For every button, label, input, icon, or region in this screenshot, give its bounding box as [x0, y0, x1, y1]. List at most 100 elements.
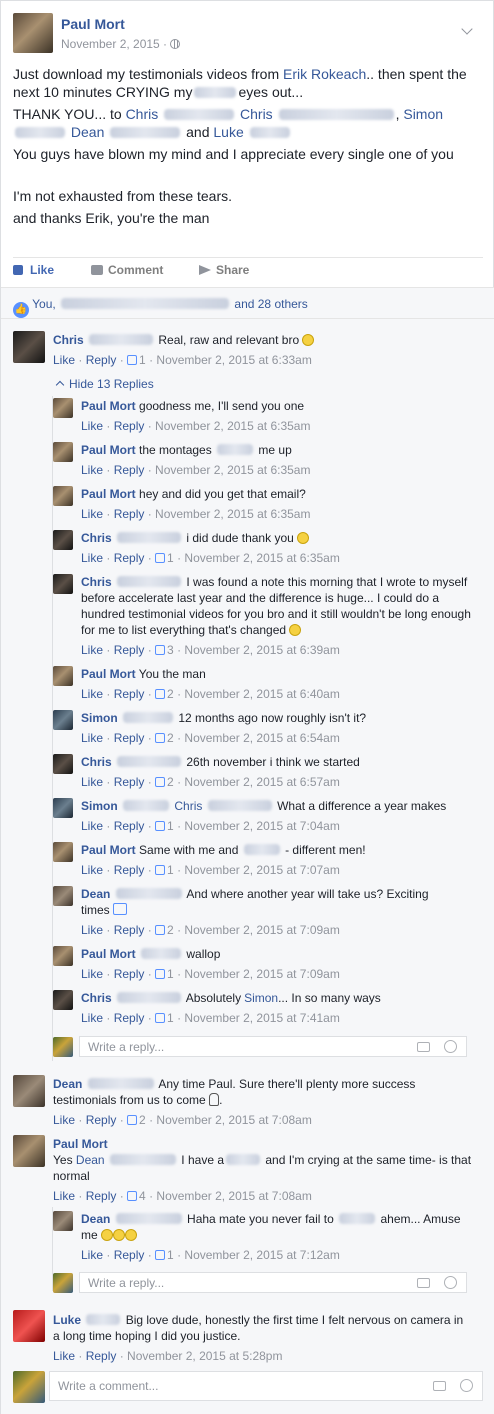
comment-time[interactable]: November 2, 2015 at 5:28pm — [127, 1349, 282, 1363]
comment-like-link[interactable]: Like — [81, 643, 103, 657]
chevron-down-icon[interactable] — [461, 23, 473, 35]
author-avatar[interactable] — [13, 13, 53, 53]
commenter-avatar[interactable] — [53, 754, 73, 774]
post-date[interactable]: November 2, 2015 · — [61, 37, 181, 51]
comment-button[interactable]: Comment — [91, 263, 163, 277]
like-count[interactable]: 2 — [167, 687, 174, 701]
reply-input[interactable]: Write a reply... — [79, 1036, 467, 1057]
emoji-icon[interactable] — [444, 1276, 457, 1289]
commenter-avatar[interactable] — [53, 398, 73, 418]
comment-time[interactable]: November 2, 2015 at 6:40am — [184, 687, 339, 701]
commenter-name[interactable]: Dean — [81, 1212, 110, 1226]
comment-like-link[interactable]: Like — [81, 731, 103, 745]
commenter-name[interactable]: Chris — [81, 755, 112, 769]
comment-like-link[interactable]: Like — [81, 419, 103, 433]
comment-like-link[interactable]: Like — [53, 1113, 75, 1127]
comment-reply-link[interactable]: Reply — [114, 1248, 145, 1262]
comment-reply-link[interactable]: Reply — [86, 1113, 117, 1127]
commenter-name[interactable]: Paul Mort — [81, 843, 136, 857]
comment-like-link[interactable]: Like — [53, 353, 75, 367]
camera-icon[interactable] — [433, 1381, 446, 1391]
comment-time[interactable]: November 2, 2015 at 6:35am — [155, 507, 310, 521]
comment-reply-link[interactable]: Reply — [114, 819, 145, 833]
reactions-bar[interactable]: 👍 You, and 28 others — [1, 287, 494, 319]
commenter-name[interactable]: Chris — [81, 991, 112, 1005]
comment-like-link[interactable]: Like — [81, 551, 103, 565]
commenter-name[interactable]: Paul Mort — [81, 487, 136, 501]
commenter-avatar[interactable] — [13, 331, 45, 363]
commenter-avatar[interactable] — [53, 574, 73, 594]
commenter-name[interactable]: Chris — [53, 333, 84, 347]
commenter-name[interactable]: Chris — [81, 531, 112, 545]
comment-reply-link[interactable]: Reply — [114, 863, 145, 877]
comment-reply-link[interactable]: Reply — [114, 923, 145, 937]
commenter-avatar[interactable] — [53, 1211, 73, 1231]
commenter-name[interactable]: Paul Mort — [81, 399, 136, 413]
commenter-avatar[interactable] — [53, 990, 73, 1010]
like-count[interactable]: 1 — [167, 1011, 174, 1025]
like-count[interactable]: 4 — [139, 1189, 146, 1203]
like-count[interactable]: 1 — [167, 551, 174, 565]
comment-time[interactable]: November 2, 2015 at 7:41am — [184, 1011, 339, 1025]
emoji-icon[interactable] — [460, 1379, 473, 1392]
like-count[interactable]: 1 — [167, 819, 174, 833]
mention-link[interactable]: Simon — [244, 991, 278, 1005]
like-count[interactable]: 2 — [167, 775, 174, 789]
comment-like-link[interactable]: Like — [81, 1011, 103, 1025]
commenter-name[interactable]: Dean — [81, 887, 110, 901]
commenter-avatar[interactable] — [13, 1075, 45, 1107]
comment-reply-link[interactable]: Reply — [114, 967, 145, 981]
like-button[interactable]: Like — [13, 263, 54, 277]
commenter-name[interactable]: Luke — [53, 1313, 81, 1327]
comment-like-link[interactable]: Like — [53, 1189, 75, 1203]
comment-like-link[interactable]: Like — [81, 507, 103, 521]
like-count[interactable]: 2 — [139, 1113, 146, 1127]
comment-like-link[interactable]: Like — [81, 463, 103, 477]
commenter-avatar[interactable] — [53, 442, 73, 462]
comment-like-link[interactable]: Like — [53, 1349, 75, 1363]
commenter-avatar[interactable] — [53, 486, 73, 506]
comment-like-link[interactable]: Like — [81, 775, 103, 789]
comment-reply-link[interactable]: Reply — [86, 1349, 117, 1363]
comment-time[interactable]: November 2, 2015 at 7:09am — [184, 923, 339, 937]
commenter-avatar[interactable] — [53, 710, 73, 730]
like-count[interactable]: 2 — [167, 923, 174, 937]
comment-like-link[interactable]: Like — [81, 687, 103, 701]
commenter-name[interactable]: Chris — [81, 575, 112, 589]
comment-input[interactable]: Write a comment... — [49, 1371, 483, 1401]
commenter-avatar[interactable] — [53, 530, 73, 550]
mention-link[interactable]: Erik Rokeach — [283, 66, 366, 82]
commenter-name[interactable]: Paul Mort — [81, 443, 136, 457]
like-count[interactable]: 1 — [167, 863, 174, 877]
commenter-avatar[interactable] — [53, 666, 73, 686]
mention-link[interactable]: Dean — [76, 1153, 105, 1167]
commenter-avatar[interactable] — [13, 1135, 45, 1167]
mention-link[interactable]: Simon — [403, 106, 443, 122]
reactions-you[interactable]: You, — [32, 297, 56, 311]
comment-like-link[interactable]: Like — [81, 819, 103, 833]
comment-reply-link[interactable]: Reply — [114, 419, 145, 433]
comment-reply-link[interactable]: Reply — [86, 1189, 117, 1203]
comment-time[interactable]: November 2, 2015 at 6:33am — [156, 353, 311, 367]
mention-link[interactable]: Chris — [126, 106, 159, 122]
comment-reply-link[interactable]: Reply — [114, 643, 145, 657]
commenter-avatar[interactable] — [53, 798, 73, 818]
commenter-avatar[interactable] — [13, 1310, 45, 1342]
comment-time[interactable]: November 2, 2015 at 7:08am — [156, 1113, 311, 1127]
comment-time[interactable]: November 2, 2015 at 6:35am — [155, 419, 310, 433]
comment-time[interactable]: November 2, 2015 at 6:35am — [155, 463, 310, 477]
comment-time[interactable]: November 2, 2015 at 6:39am — [184, 643, 339, 657]
comment-time[interactable]: November 2, 2015 at 7:04am — [184, 819, 339, 833]
commenter-avatar[interactable] — [53, 842, 73, 862]
comment-reply-link[interactable]: Reply — [114, 1011, 145, 1025]
comment-time[interactable]: November 2, 2015 at 7:08am — [156, 1189, 311, 1203]
commenter-avatar[interactable] — [53, 886, 73, 906]
comment-reply-link[interactable]: Reply — [114, 775, 145, 789]
comment-reply-link[interactable]: Reply — [114, 687, 145, 701]
comment-reply-link[interactable]: Reply — [114, 463, 145, 477]
comment-reply-link[interactable]: Reply — [114, 551, 145, 565]
like-count[interactable]: 1 — [139, 353, 146, 367]
commenter-name[interactable]: Simon — [81, 711, 118, 725]
post-date-text[interactable]: November 2, 2015 · — [61, 37, 167, 51]
share-button[interactable]: Share — [199, 263, 249, 277]
